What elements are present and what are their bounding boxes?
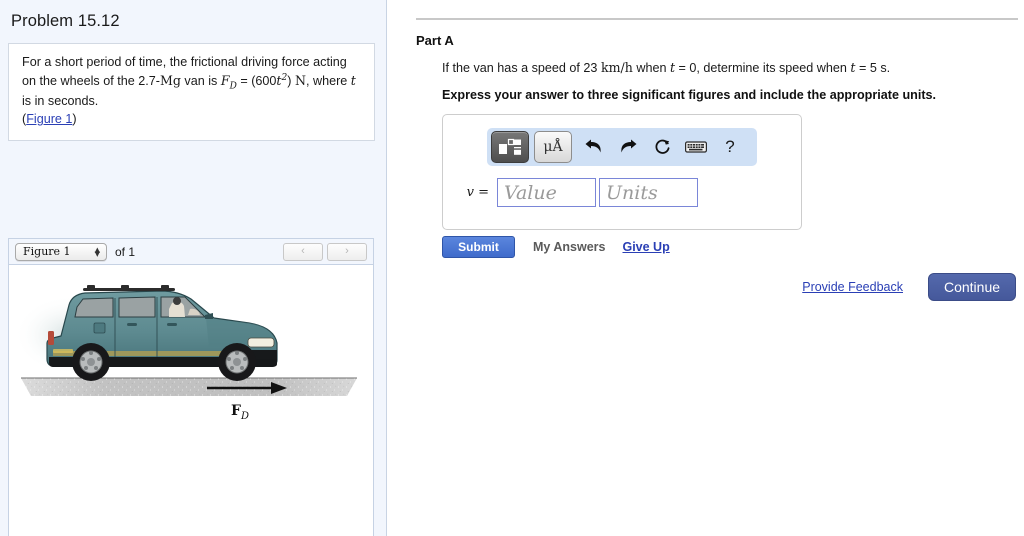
- figure-paren-close: ): [72, 112, 77, 127]
- figure-nav: ‹ ›: [283, 242, 367, 261]
- template-glyph: [499, 138, 521, 155]
- give-up-link[interactable]: Give Up: [622, 240, 669, 254]
- question-text-part1: If the van has a speed of 23: [442, 61, 601, 75]
- figure-1-link[interactable]: Figure 1: [26, 112, 72, 126]
- figure-next-button[interactable]: ›: [327, 242, 367, 261]
- question-text-part4: = 5 s.: [855, 61, 891, 75]
- submit-button[interactable]: Submit: [442, 236, 515, 258]
- answer-equals: =: [478, 185, 489, 200]
- units-input[interactable]: [599, 178, 698, 207]
- answer-entry-box: μÅ ? v = Value Units: [442, 114, 802, 230]
- part-title: Part A: [416, 33, 454, 48]
- road-surface: [21, 377, 357, 396]
- statement-equals: = (600: [236, 74, 277, 89]
- left-panel: Problem 15.12 For a short period of time…: [0, 0, 387, 536]
- keyboard-glyph: [685, 141, 707, 153]
- stepper-down-icon: ▼: [94, 249, 100, 258]
- force-symbol: F: [220, 73, 230, 89]
- question-text: If the van has a speed of 23 km/h when t…: [442, 60, 890, 75]
- answer-variable: v: [466, 185, 474, 200]
- units-button[interactable]: μÅ: [534, 131, 572, 163]
- figure-image: van figure F D: [14, 285, 357, 422]
- van-illustration: [46, 285, 278, 381]
- provide-feedback-link[interactable]: Provide Feedback: [802, 280, 903, 294]
- redo-icon[interactable]: [611, 132, 645, 162]
- redo-glyph: [621, 139, 637, 153]
- force-subscript: D: [229, 81, 237, 92]
- statement-text-part2: van is: [180, 74, 221, 89]
- math-template-icon[interactable]: [491, 131, 529, 163]
- figure-prev-button[interactable]: ‹: [283, 242, 323, 261]
- answer-variable-label: v =: [455, 185, 489, 200]
- close-paren: ): [287, 74, 292, 89]
- value-input[interactable]: [497, 178, 596, 207]
- undo-glyph: [585, 139, 601, 153]
- problem-statement: For a short period of time, the friction…: [8, 43, 375, 142]
- force-label: F: [231, 403, 241, 419]
- figure-toolbar: Figure 1 ▲ ▼ of 1 ‹ ›: [8, 238, 374, 264]
- stepper-icon: ▲ ▼: [94, 246, 100, 258]
- statement-text-part4: is in seconds.: [22, 94, 99, 109]
- answer-row: v =: [455, 178, 698, 207]
- instruction-text: Express your answer to three significant…: [442, 88, 937, 102]
- math-toolbar: μÅ ?: [487, 128, 757, 166]
- figure-count-label: of 1: [115, 244, 136, 259]
- time-variable-2: t: [350, 73, 356, 89]
- keyboard-icon[interactable]: [679, 132, 713, 162]
- question-text-part2: when: [632, 61, 670, 75]
- question-text-part3: = 0, determine its speed when: [675, 61, 851, 75]
- figure-panel: van figure: [8, 264, 374, 536]
- units-button-label: μÅ: [543, 139, 563, 155]
- reset-glyph: [654, 139, 669, 154]
- help-button[interactable]: ?: [713, 132, 747, 162]
- section-divider: [416, 18, 1018, 20]
- page-title: Problem 15.12: [11, 12, 120, 30]
- my-answers-link[interactable]: My Answers: [533, 240, 605, 254]
- front-wheel: [218, 343, 256, 381]
- force-label-subscript: D: [240, 411, 249, 422]
- rear-wheel: [72, 343, 110, 381]
- newton-unit: N: [294, 73, 306, 89]
- statement-text-part3: , where: [305, 74, 351, 89]
- reset-icon[interactable]: [645, 132, 679, 162]
- undo-icon[interactable]: [577, 132, 611, 162]
- continue-button[interactable]: Continue: [928, 273, 1016, 301]
- submit-row: Submit My Answers Give Up: [442, 236, 670, 258]
- figure-select[interactable]: Figure 1 ▲ ▼: [15, 242, 107, 261]
- mass-unit: Mg: [159, 73, 181, 89]
- speed-unit: km/h: [600, 60, 633, 75]
- figure-select-value: Figure 1: [23, 245, 71, 258]
- problem-page: Problem 15.12 For a short period of time…: [0, 0, 1024, 536]
- right-panel: Part A If the van has a speed of 23 km/h…: [387, 0, 1024, 536]
